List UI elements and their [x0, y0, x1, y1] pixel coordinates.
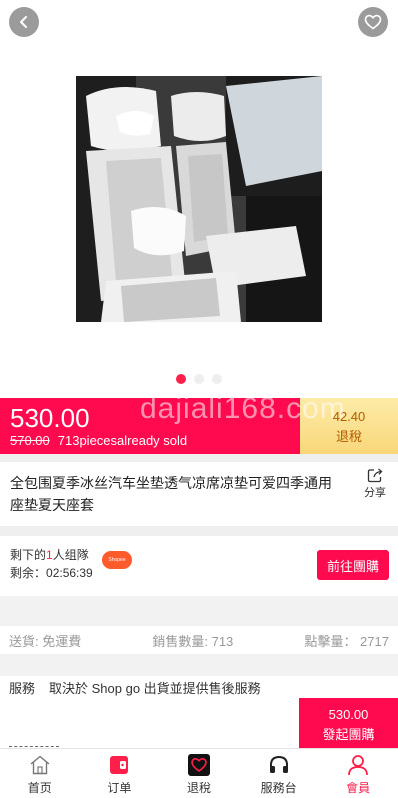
- favorite-button[interactable]: [358, 7, 388, 37]
- buy-label: 發起團購: [322, 727, 375, 742]
- share-label: 分享: [364, 487, 386, 499]
- shipping-info: 送貨: 免運費: [9, 633, 82, 649]
- service-label: 服務: [9, 680, 36, 696]
- chevron-left-icon: [20, 16, 27, 28]
- divider: [0, 526, 398, 536]
- order-icon: [108, 754, 130, 776]
- tab-label: 服務台: [260, 781, 297, 795]
- buy-price: 530.00: [328, 707, 369, 722]
- price-block: dajiali168.com 530.00 570.00 713piecesalr…: [0, 392, 345, 454]
- sold-count: 713piecesalready sold: [57, 433, 188, 448]
- click-count: 點擊量： 2717: [304, 633, 389, 649]
- divider: [0, 654, 398, 676]
- member-icon: [347, 754, 369, 776]
- product-image[interactable]: [76, 76, 322, 322]
- headset-icon: [268, 754, 290, 776]
- carousel-dot[interactable]: [212, 374, 222, 384]
- tab-label: 退稅: [186, 781, 211, 795]
- tab-orders[interactable]: 订单: [80, 749, 160, 798]
- tab-member[interactable]: 會員: [318, 749, 398, 798]
- tab-service-desk[interactable]: 服務台: [239, 749, 319, 798]
- tax-refund-icon: [187, 754, 210, 776]
- original-price: 570.00: [10, 433, 50, 448]
- divider: [0, 596, 398, 626]
- shopee-logo: Shopee: [102, 551, 132, 569]
- back-button[interactable]: [9, 7, 39, 37]
- tab-label: 會員: [346, 781, 371, 795]
- tax-refund-label: 退稅: [335, 429, 362, 444]
- group-buy-section: 剩下的1人组隊 剩余：02:56:39 Shopee 前往團購: [0, 536, 398, 596]
- divider: [0, 454, 398, 462]
- carousel-dot[interactable]: [194, 374, 204, 384]
- tab-label: 首页: [27, 781, 52, 795]
- start-group-buy-button[interactable]: 530.00 發起團購: [299, 698, 398, 748]
- service-text: 取決於 Shop go 出貨並提供售後服務: [49, 680, 261, 696]
- carousel-dot[interactable]: [176, 374, 186, 384]
- price-bar: dajiali168.com 530.00 570.00 713piecesalr…: [0, 392, 398, 454]
- sales-count: 銷售數量: 713: [152, 633, 234, 649]
- bottom-tab-bar: 首页 订单 退稅 服務台 會員: [0, 748, 398, 798]
- share-button[interactable]: 分享: [360, 467, 390, 500]
- carousel-indicator: [0, 374, 398, 384]
- join-group-button[interactable]: 前往團購: [317, 550, 389, 580]
- product-gallery[interactable]: [0, 0, 398, 398]
- remaining-members: 剩下的1人组隊: [10, 548, 89, 562]
- tab-label: 订单: [107, 781, 132, 795]
- product-title-section: 全包围夏季冰丝汽车坐垫透气凉席凉垫可爱四季通用座垫夏天座套 分享: [0, 462, 398, 526]
- tab-tax-refund[interactable]: 退稅: [159, 749, 239, 798]
- home-icon: [29, 754, 51, 776]
- share-icon: [367, 468, 382, 483]
- stats-row: 送貨: 免運費 銷售數量: 713 點擊量： 2717: [0, 626, 398, 654]
- heart-icon: [364, 14, 382, 30]
- countdown: 剩余：02:56:39: [10, 566, 93, 580]
- car-seat-image: [76, 76, 322, 322]
- service-row: 服務 取決於 Shop go 出貨並提供售後服務: [0, 676, 398, 698]
- product-title: 全包围夏季冰丝汽车坐垫透气凉席凉垫可爱四季通用座垫夏天座套: [10, 475, 332, 513]
- watermark: dajiali168.com: [140, 392, 346, 425]
- tab-home[interactable]: 首页: [0, 749, 80, 798]
